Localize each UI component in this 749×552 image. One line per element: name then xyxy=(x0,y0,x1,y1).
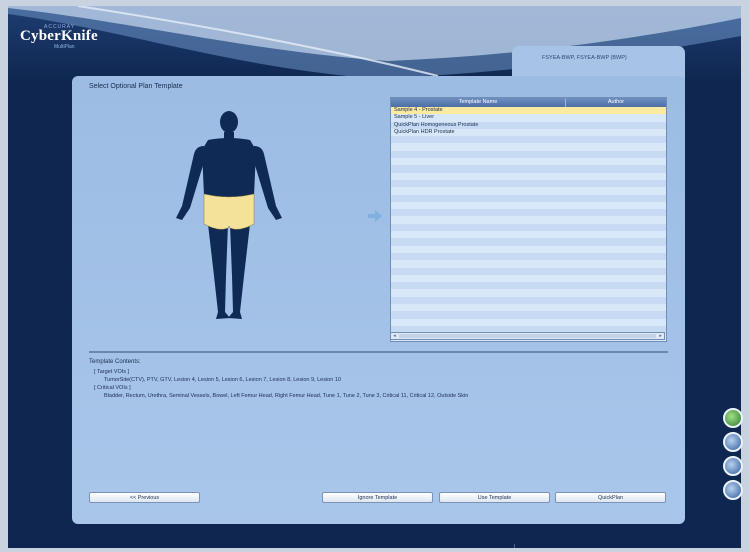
empty-table-row xyxy=(391,187,666,195)
empty-table-row xyxy=(391,158,666,166)
empty-table-row xyxy=(391,252,666,261)
quickplan-button[interactable]: QuickPlan xyxy=(555,492,666,503)
target-vois-list: TumorSite(CTV), PTV, GTV, Lesion 4, Lesi… xyxy=(104,377,341,383)
table-row[interactable]: QuickPlan Homogeneous Prostate xyxy=(391,121,666,129)
highlighted-pelvis-region xyxy=(203,193,255,230)
tool-icon[interactable] xyxy=(723,432,743,452)
body-silhouette-figure xyxy=(176,111,282,319)
table-row[interactable]: Sample 5 - Liver xyxy=(391,114,666,122)
empty-table-row xyxy=(391,136,666,144)
cyberknife-logo: CyberKnife xyxy=(20,28,98,44)
empty-table-row xyxy=(391,201,666,210)
template-panel: Select Optional Plan Template Template N… xyxy=(72,76,685,524)
template-table[interactable]: Template Name Author Sample 4 - Prostate… xyxy=(390,97,667,342)
critical-vois-list: Bladder, Rectum, Urethra, Seminal Vessel… xyxy=(104,393,469,399)
application-window: ACCURAY CyberKnife MultiPlan FSYEA-BWP, … xyxy=(8,6,741,548)
empty-table-row xyxy=(391,216,666,224)
scroll-left-arrow-icon[interactable]: ◂ xyxy=(391,333,398,339)
table-body: Sample 4 - Prostate Sample 5 - Liver Quick… xyxy=(391,107,666,341)
empty-table-row xyxy=(391,143,666,151)
template-contents-label: Template Contents: xyxy=(89,359,141,365)
empty-table-row xyxy=(391,296,666,305)
previous-button[interactable]: << Previous xyxy=(89,492,200,503)
horizontal-scrollbar[interactable]: ◂ ▸ xyxy=(390,332,665,340)
scroll-right-arrow-icon[interactable]: ▸ xyxy=(657,333,664,339)
empty-table-row xyxy=(391,260,666,268)
logo-subtitle: MultiPlan xyxy=(54,44,75,50)
empty-table-row xyxy=(391,318,666,326)
status-divider xyxy=(514,544,515,548)
tool-icon[interactable] xyxy=(723,456,743,476)
patient-tab-label: FSYEA-BWP, FSYEA-BWP (BWP) xyxy=(542,55,627,61)
scroll-thumb[interactable] xyxy=(399,334,656,338)
empty-table-row xyxy=(391,150,666,159)
arrow-right-icon xyxy=(368,210,382,222)
empty-table-row xyxy=(391,172,666,180)
empty-table-row xyxy=(391,245,666,253)
status-green-icon[interactable] xyxy=(723,408,743,428)
empty-table-row xyxy=(391,282,666,290)
empty-table-row xyxy=(391,223,666,232)
use-template-button[interactable]: Use Template xyxy=(439,492,550,503)
panel-title: Select Optional Plan Template xyxy=(89,83,183,90)
empty-table-row xyxy=(391,304,666,312)
column-header-template-name[interactable]: Template Name xyxy=(391,98,566,107)
empty-table-row xyxy=(391,165,666,173)
empty-table-row xyxy=(391,179,666,188)
empty-table-row xyxy=(391,267,666,275)
empty-table-row xyxy=(391,194,666,202)
empty-table-row xyxy=(391,289,666,297)
table-row[interactable]: Sample 4 - Prostate xyxy=(391,107,666,115)
section-divider xyxy=(89,351,668,353)
critical-vois-header: [ Critical VOIs ] xyxy=(94,385,131,391)
empty-table-row xyxy=(391,209,666,217)
table-header: Template Name Author xyxy=(391,98,666,107)
tool-icon[interactable] xyxy=(723,480,743,500)
table-row[interactable]: QuickPlan HDR Prostate xyxy=(391,128,666,137)
empty-table-row xyxy=(391,274,666,283)
column-header-author[interactable]: Author xyxy=(566,98,666,107)
empty-table-row xyxy=(391,231,666,239)
target-vois-header: [ Target VOIs ] xyxy=(94,369,130,375)
ignore-template-button[interactable]: Ignore Template xyxy=(322,492,433,503)
empty-table-row xyxy=(391,311,666,319)
empty-table-row xyxy=(391,238,666,246)
